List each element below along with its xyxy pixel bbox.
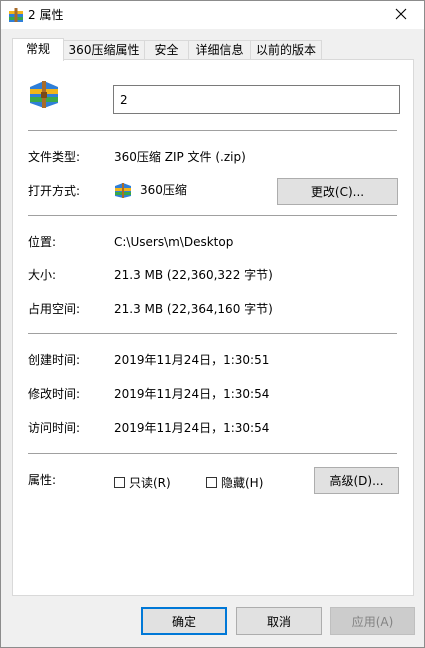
file-type-label: 文件类型: xyxy=(28,150,81,164)
disk-size-label: 占用空间: xyxy=(28,302,81,316)
hidden-checkbox-box[interactable] xyxy=(206,477,217,488)
open-with-app: 360压缩 xyxy=(114,181,187,199)
file-type-value: 360压缩 ZIP 文件 (.zip) xyxy=(114,150,246,164)
accessed-label: 访问时间: xyxy=(28,421,81,435)
apply-button[interactable]: 应用(A) xyxy=(330,607,415,635)
accessed-value: 2019年11月24日，1:30:54 xyxy=(114,421,270,435)
size-value: 21.3 MB (22,360,322 字节) xyxy=(114,268,273,282)
disk-size-value: 21.3 MB (22,364,160 字节) xyxy=(114,302,273,316)
separator xyxy=(28,215,397,216)
open-with-label: 打开方式: xyxy=(28,184,81,198)
location-label: 位置: xyxy=(28,235,57,249)
close-button[interactable] xyxy=(378,1,424,29)
archive-icon xyxy=(8,7,24,23)
modified-value: 2019年11月24日，1:30:54 xyxy=(114,387,270,401)
advanced-button[interactable]: 高级(D)... xyxy=(314,467,399,494)
hidden-checkbox[interactable]: 隐藏(H) xyxy=(206,474,263,491)
size-label: 大小: xyxy=(28,268,57,282)
hidden-label: 隐藏(H) xyxy=(221,476,264,490)
separator xyxy=(28,130,397,131)
close-icon xyxy=(395,8,407,23)
readonly-label: 只读(R) xyxy=(129,476,171,490)
attributes-label: 属性: xyxy=(28,473,57,487)
properties-window: 2 属性 常规 360压缩属性 安全 详细信息 以前的版本 文件类型: 360压… xyxy=(0,0,425,648)
cancel-button[interactable]: 取消 xyxy=(236,607,322,635)
general-panel xyxy=(12,59,414,596)
open-with-value: 360压缩 xyxy=(140,183,187,197)
readonly-checkbox-box[interactable] xyxy=(114,477,125,488)
tab-360-archive[interactable]: 360压缩属性 xyxy=(63,40,145,59)
ok-button[interactable]: 确定 xyxy=(141,607,227,635)
tab-details[interactable]: 详细信息 xyxy=(188,40,251,59)
separator xyxy=(28,333,397,334)
separator xyxy=(28,453,397,454)
change-button[interactable]: 更改(C)... xyxy=(277,178,398,205)
created-label: 创建时间: xyxy=(28,353,81,367)
tab-general[interactable]: 常规 xyxy=(12,38,64,61)
tab-previous-versions[interactable]: 以前的版本 xyxy=(250,40,322,59)
readonly-checkbox[interactable]: 只读(R) xyxy=(114,474,171,491)
modified-label: 修改时间: xyxy=(28,387,81,401)
location-value: C:\Users\m\Desktop xyxy=(114,235,234,249)
window-title: 2 属性 xyxy=(28,8,64,22)
created-value: 2019年11月24日，1:30:51 xyxy=(114,353,270,367)
archive-file-icon xyxy=(28,77,60,109)
archive-app-icon xyxy=(114,181,132,199)
file-name-input[interactable] xyxy=(113,85,400,114)
title-bar: 2 属性 xyxy=(1,1,424,29)
tab-security[interactable]: 安全 xyxy=(144,40,189,59)
